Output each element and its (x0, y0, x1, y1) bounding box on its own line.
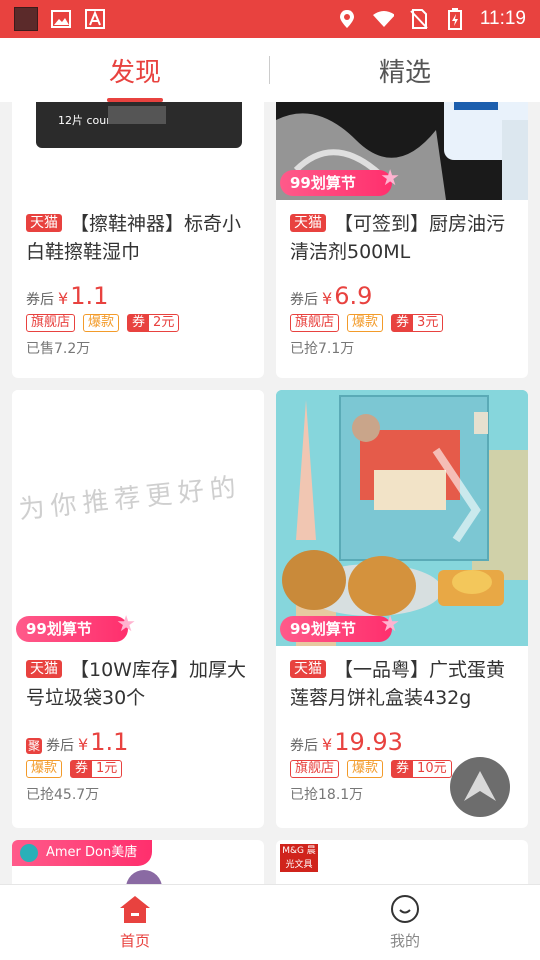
gallery-icon (50, 8, 72, 30)
tag-row: 旗舰店 爆款 券 2元 (12, 310, 264, 332)
app-notification-icon (14, 7, 38, 31)
currency-symbol: ¥ (322, 735, 333, 754)
sold-count: 已售7.2万 (26, 341, 91, 357)
product-title: 天猫 【一品粤】广式蛋黄莲蓉月饼礼盒装432g (276, 646, 528, 712)
festival-badge: 99划算节 (280, 612, 400, 642)
product-card[interactable]: M&G 晨光文具 (276, 840, 528, 884)
hot-tag: 爆款 (26, 760, 63, 778)
festival-badge: 99划算节 (16, 612, 136, 642)
coupon-value: 1元 (96, 761, 118, 776)
wipes-package: 12片 counts (36, 102, 242, 148)
bottom-nav: 首页 我的 (0, 884, 540, 960)
wifi-icon (372, 8, 394, 30)
currency-symbol: ¥ (58, 289, 69, 308)
after-coupon-label: 券后 (290, 292, 318, 308)
coupon-label: 券 (392, 761, 414, 777)
price-row: 券后 ¥ 19.93 (276, 728, 528, 756)
coupon-label: 券 (128, 315, 150, 331)
flagship-tag: 旗舰店 (290, 760, 340, 778)
sold-count: 已抢7.1万 (290, 341, 355, 357)
no-sim-icon (408, 8, 430, 30)
product-image-partial (126, 870, 162, 884)
product-title: 天猫 【10W库存】加厚大号垃圾袋30个 (12, 646, 264, 712)
price: 6.9 (334, 282, 373, 310)
tab-discover[interactable]: 发现 (0, 38, 270, 102)
currency-symbol: ¥ (322, 289, 333, 308)
tmall-badge: 天猫 (290, 214, 326, 232)
placeholder-text: 为你推荐更好的 (17, 472, 244, 526)
coupon-tag: 券 2元 (127, 314, 180, 332)
hot-tag: 爆款 (83, 314, 120, 332)
after-coupon-label: 券后 (46, 738, 74, 754)
home-icon (120, 896, 150, 923)
mooncake-image (276, 390, 528, 646)
brand-name: Amer Don美唐 (46, 845, 138, 860)
product-title: 天猫 【擦鞋神器】标奇小白鞋擦鞋湿巾 (12, 200, 264, 266)
product-image: 为你推荐更好的 99划算节 (12, 390, 264, 646)
after-coupon-label: 券后 (26, 292, 54, 308)
price-row: 券后 ¥ 1.1 (12, 282, 264, 310)
sold-count: 已抢45.7万 (26, 787, 100, 803)
after-coupon-label: 券后 (290, 738, 318, 754)
back-to-top-button[interactable] (450, 757, 510, 817)
status-bar: 11:19 (0, 0, 540, 38)
product-title: 天猫 【可签到】厨房油污清洁剂500ML (276, 200, 528, 266)
coupon-label: 券 (71, 761, 93, 777)
font-app-icon (84, 8, 106, 30)
hot-tag: 爆款 (347, 314, 384, 332)
coupon-label: 券 (392, 315, 414, 331)
price: 19.93 (334, 728, 403, 756)
flagship-tag: 旗舰店 (26, 314, 76, 332)
nav-profile-label: 我的 (389, 932, 420, 950)
coupon-tag: 券 1元 (70, 760, 123, 778)
tmall-badge: 天猫 (290, 660, 326, 678)
brand-banner: Amer Don美唐 (12, 840, 152, 866)
product-image: 99划算节 (276, 102, 528, 200)
nav-home[interactable]: 首页 (0, 885, 270, 960)
coupon-tag: 券 10元 (391, 760, 452, 778)
nav-profile[interactable]: 我的 (270, 885, 540, 960)
battery-icon (444, 8, 466, 30)
coupon-value: 10元 (417, 761, 447, 776)
flagship-tag: 旗舰店 (290, 314, 340, 332)
coupon-value: 3元 (417, 315, 439, 330)
top-tab-bar: 发现 精选 (0, 38, 540, 102)
festival-badge: 99划算节 (280, 166, 400, 196)
package-window (108, 106, 166, 124)
coupon-tag: 券 3元 (391, 314, 444, 332)
tag-row: 爆款 券 1元 (12, 756, 264, 778)
location-icon (336, 8, 358, 30)
nav-home-label: 首页 (119, 932, 150, 950)
clock: 11:19 (479, 8, 526, 29)
tab-featured[interactable]: 精选 (270, 38, 540, 102)
price: 1.1 (70, 282, 109, 310)
product-card[interactable]: 12片 counts 天猫 【擦鞋神器】标奇小白鞋擦鞋湿巾 券后 ¥ 1.1 旗舰… (12, 102, 264, 378)
hot-tag: 爆款 (347, 760, 384, 778)
price-row: 聚 券后 ¥ 1.1 (12, 728, 264, 756)
arrow-up-icon (464, 771, 496, 801)
tag-row: 旗舰店 爆款 券 3元 (276, 310, 528, 332)
product-card[interactable]: Amer Don美唐 (12, 840, 264, 884)
tmall-badge: 天猫 (26, 660, 62, 678)
brand-logo: M&G 晨光文具 (280, 844, 318, 872)
coupon-value: 2元 (153, 315, 175, 330)
product-image: 99划算节 (276, 390, 528, 646)
product-image: 12片 counts (12, 102, 264, 200)
product-card[interactable]: 99划算节 天猫【可签到】厨房油污清洁剂500ML 券后 ¥ 6.9 旗舰店 爆… (276, 102, 528, 378)
price: 1.1 (90, 728, 129, 756)
product-card[interactable]: 为你推荐更好的 99划算节 天猫【10W库存】加厚大号垃圾袋30个 聚 券后 ¥… (12, 390, 264, 828)
tmall-badge: 天猫 (26, 214, 62, 232)
ju-badge: 聚 (26, 738, 42, 754)
price-row: 券后 ¥ 6.9 (276, 282, 528, 310)
currency-symbol: ¥ (78, 735, 89, 754)
profile-icon (391, 895, 419, 923)
brand-logo-icon (20, 844, 38, 862)
